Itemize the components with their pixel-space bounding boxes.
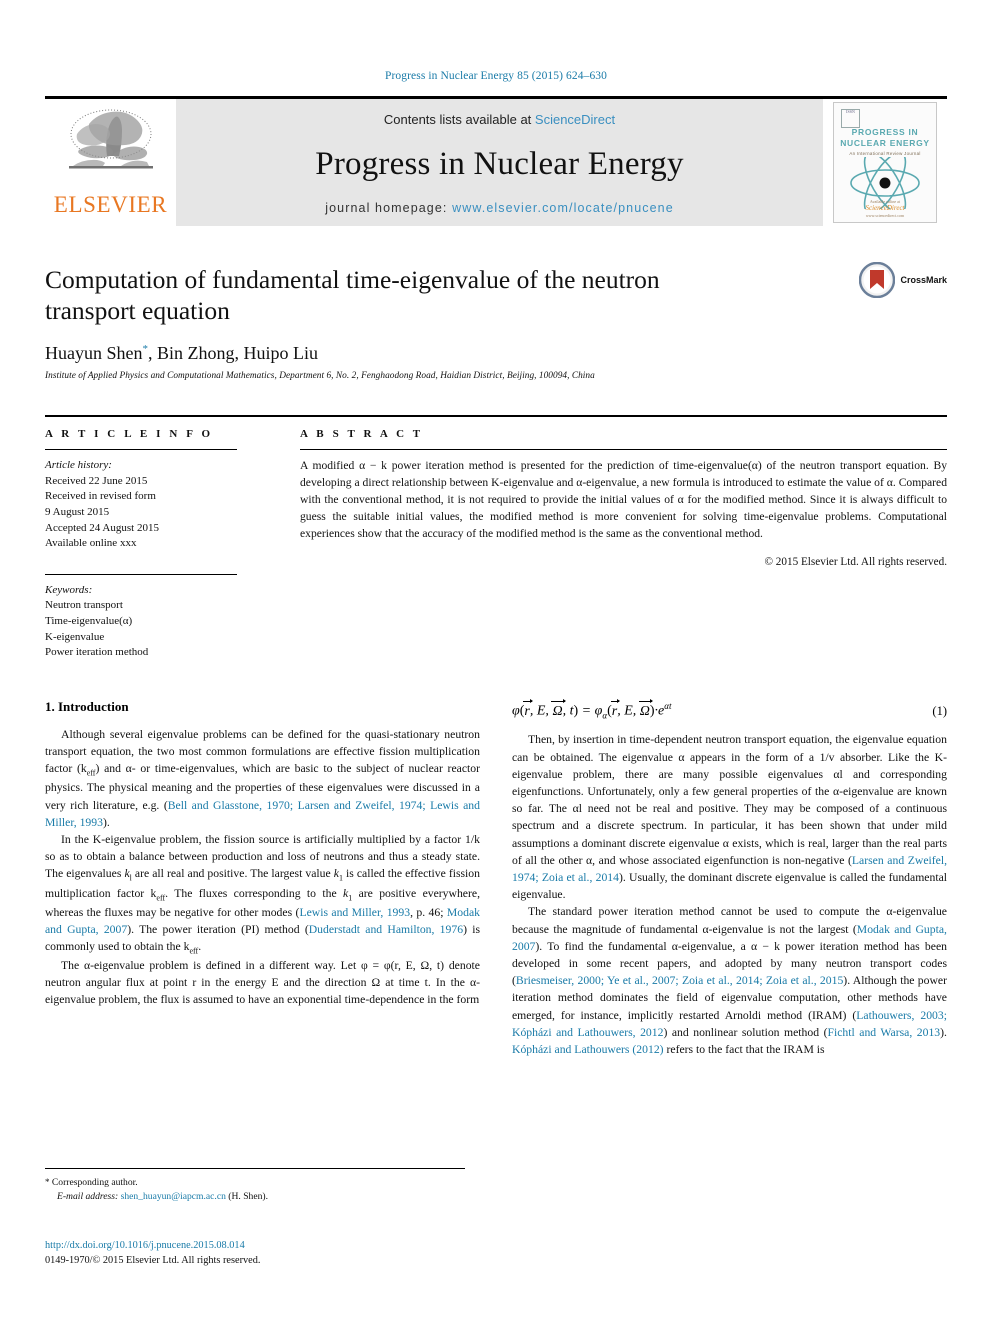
right-column: φ(r, E, Ω, t) = φα(r, E, Ω)·eαt (1) Then… (512, 698, 947, 1058)
crossmark-label: CrossMark (900, 275, 947, 285)
sciencedirect-link[interactable]: ScienceDirect (535, 112, 615, 127)
keyword-item: Time-eigenvalue(α) (45, 615, 133, 628)
elsevier-tree-icon (68, 109, 153, 169)
elsevier-wordmark: ELSEVIER (53, 192, 168, 217)
journal-title: Progress in Nuclear Energy (315, 145, 684, 182)
paragraph: In the K-eigenvalue problem, the fission… (45, 831, 480, 957)
divider (300, 449, 947, 451)
copyright-line: © 2015 Elsevier Ltd. All rights reserved… (764, 555, 948, 568)
bottom-metadata: http://dx.doi.org/10.1016/j.pnucene.2015… (45, 1238, 260, 1269)
paragraph-text: The standard power iteration method cann… (512, 905, 947, 1057)
publisher-logo-block: ELSEVIER (45, 99, 176, 226)
history-item: Available online xxx (45, 537, 137, 550)
journal-homepage-link[interactable]: www.elsevier.com/locate/pnucene (452, 201, 674, 215)
keyword-item: K-eigenvalue (45, 630, 105, 643)
journal-cover-block: ISSN PROGRESS IN NUCLEAR ENERGY An Inter… (823, 99, 947, 226)
paper-page: Progress in Nuclear Energy 85 (2015) 624… (0, 0, 992, 1323)
corresponding-author-footnote: * Corresponding author. E-mail address: … (45, 1168, 465, 1204)
corresponding-author-text: Corresponding author. (51, 1177, 138, 1188)
article-info-heading: A R T I C L E I N F O (45, 428, 214, 441)
history-item: 9 August 2015 (45, 506, 110, 519)
journal-masthead: ELSEVIER Contents lists available at Sci… (45, 96, 947, 226)
email-suffix: (H. Shen). (228, 1190, 268, 1202)
keyword-item: Neutron transport (45, 599, 123, 612)
section-heading-introduction: 1. Introduction (45, 698, 129, 714)
history-item: Received 22 June 2015 (45, 474, 148, 487)
crossmark-badge[interactable]: CrossMark (859, 262, 947, 298)
left-column: 1. Introduction Although several eigenva… (45, 699, 480, 1058)
cover-subtitle: An International Review Journal (849, 151, 921, 156)
paragraph-text: Then, by insertion in time-dependent neu… (512, 733, 948, 902)
footnote-star: * (45, 1177, 50, 1187)
homepage-prefix: journal homepage: (325, 201, 453, 215)
abstract-heading: A B S T R A C T (300, 428, 424, 441)
abstract-column: A B S T R A C T A modified α − k power i… (265, 428, 947, 661)
paragraph-text: In the K-eigenvalue problem, the fission… (45, 833, 481, 956)
doi-link[interactable]: http://dx.doi.org/10.1016/j.pnucene.2015… (45, 1238, 260, 1253)
page-title: Computation of fundamental time-eigenval… (45, 265, 660, 326)
email-label: E-mail address: (57, 1190, 119, 1202)
abstract-text: A modified α − k power iteration method … (300, 459, 947, 540)
author-list: Huayun Shen*, Bin Zhong, Huipo Liu (45, 343, 947, 364)
issn-copyright-line: 0149-1970/© 2015 Elsevier Ltd. All right… (45, 1255, 261, 1267)
paragraph-text: The α-eigenvalue problem is defined in a… (45, 959, 480, 1007)
corresponding-author-line: * Corresponding author. (45, 1176, 465, 1190)
crossmark-icon (859, 262, 896, 298)
running-head: Progress in Nuclear Energy 85 (2015) 624… (384, 70, 607, 82)
paragraph-text: Although several eigenvalue problems can… (45, 727, 480, 829)
cover-footer: Available online at ScienceDirect www.sc… (834, 199, 936, 218)
affiliation: Institute of Applied Physics and Computa… (45, 371, 595, 382)
article-info-column: A R T I C L E I N F O Article history: R… (45, 428, 265, 661)
title-block: Computation of fundamental time-eigenval… (45, 226, 947, 381)
history-item: Received in revised form (45, 490, 156, 503)
authors-rest: , Bin Zhong, Huipo Liu (148, 343, 318, 364)
equation-number: (1) (932, 703, 947, 718)
email-link[interactable]: shen_huayun@iapcm.ac.cn (121, 1191, 226, 1202)
keywords-label: Keywords: (45, 583, 93, 596)
paragraph: The α-eigenvalue problem is defined in a… (45, 957, 480, 1009)
journal-cover-thumbnail: ISSN PROGRESS IN NUCLEAR ENERGY An Inter… (833, 102, 937, 223)
paragraph: Then, by insertion in time-dependent neu… (512, 731, 947, 903)
author-first: Huayun Shen (45, 343, 143, 364)
cover-mini-logo-icon: ISSN (841, 109, 860, 128)
masthead-center: Contents lists available at ScienceDirec… (176, 99, 823, 226)
history-item: Accepted 24 August 2015 (45, 521, 159, 534)
email-line: E-mail address: shen_huayun@iapcm.ac.cn … (45, 1190, 465, 1204)
cover-title: PROGRESS IN NUCLEAR ENERGY (840, 127, 930, 148)
divider (45, 449, 237, 451)
paragraph: Although several eigenvalue problems can… (45, 726, 480, 831)
contents-line: Contents lists available at ScienceDirec… (384, 112, 615, 127)
homepage-line: journal homepage: www.elsevier.com/locat… (325, 201, 674, 215)
keyword-item: Power iteration method (45, 646, 149, 659)
cover-footer-url: www.sciencedirect.com (865, 212, 905, 218)
article-history-label: Article history: (45, 459, 112, 472)
equation-1: φ(r, E, Ω, t) = φα(r, E, Ω)·eαt (1) (512, 698, 947, 721)
info-abstract-region: A R T I C L E I N F O Article history: R… (45, 415, 947, 661)
equation-body: φ(r, E, Ω, t) = φα(r, E, Ω)·eαt (512, 698, 672, 721)
article-history-group: Article history: Received 22 June 2015 R… (45, 458, 237, 552)
cover-footer-brand: ScienceDirect (865, 203, 905, 212)
divider (45, 573, 237, 575)
contents-prefix: Contents lists available at (383, 112, 535, 127)
body-columns: 1. Introduction Although several eigenva… (45, 698, 947, 1058)
keywords-group: Keywords: Neutron transport Time-eigenva… (45, 583, 237, 661)
paragraph: The standard power iteration method cann… (512, 903, 947, 1058)
